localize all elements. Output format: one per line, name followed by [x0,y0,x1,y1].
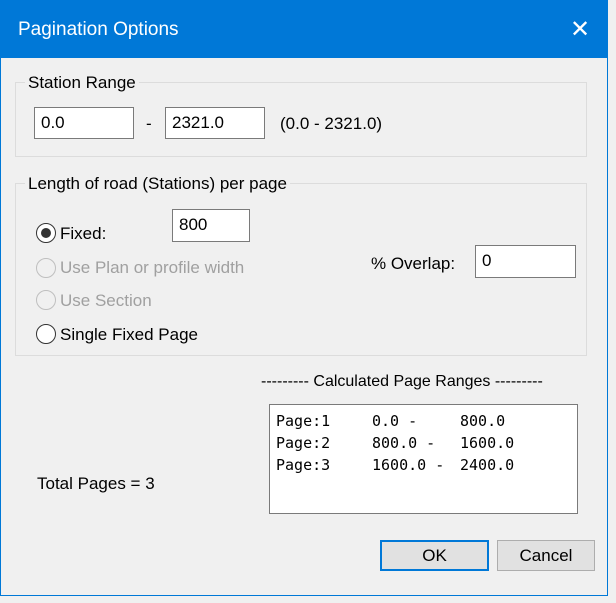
range-row: Page:3 1600.0 - 2400.0 [276,454,571,476]
fixed-radio-label[interactable]: Fixed: [60,224,106,244]
range-page: Page:1 [276,412,331,430]
range-end: 2400.0 [460,456,515,474]
use-section-radio[interactable] [36,290,56,310]
range-page: Page:3 [276,456,331,474]
cancel-button[interactable]: Cancel [497,540,595,571]
plan-profile-width-label: Use Plan or profile width [60,258,245,277]
range-page: Page:2 [276,434,331,452]
single-fixed-page-radio[interactable] [36,324,56,344]
plan-profile-width-radio[interactable] [36,258,56,278]
use-section-label: Use Section [60,291,152,310]
range-start: 1600.0 - [372,456,445,474]
calculated-ranges-header: --------- Calculated Page Ranges -------… [261,373,543,390]
range-row: Page:1 0.0 - 800.0 [276,410,571,432]
overlap-label: % Overlap: [371,254,456,273]
total-pages-label: Total Pages = 3 [37,474,155,493]
station-range-hint: (0.0 - 2321.0) [280,114,383,133]
single-fixed-page-label[interactable]: Single Fixed Page [60,325,198,345]
range-row: Page:2 800.0 - 1600.0 [276,432,571,454]
ok-button[interactable]: OK [380,540,489,571]
fixed-radio-dot [41,228,51,238]
station-from-input[interactable]: 0.0 [34,107,134,139]
close-icon[interactable]: ✕ [563,13,597,47]
range-start: 0.0 - [372,412,418,430]
dialog-title: Pagination Options [18,19,179,40]
station-to-input[interactable]: 2321.0 [165,107,265,139]
calculated-ranges-list[interactable]: Page:1 0.0 - 800.0 Page:2 800.0 - 1600.0 Pag… [269,404,578,514]
range-start: 800.0 - [372,434,436,452]
range-end: 1600.0 [460,434,515,452]
title-bar: Pagination Options ✕ [1,1,607,58]
length-per-page-legend: Length of road (Stations) per page [25,174,290,194]
overlap-input[interactable]: 0 [475,245,576,278]
fixed-radio[interactable] [36,223,56,243]
station-range-legend: Station Range [25,73,139,93]
fixed-length-input[interactable]: 800 [172,209,250,242]
pagination-options-dialog: Pagination Options ✕ Station Range 0.0 -… [0,0,608,596]
range-end: 800.0 [460,412,506,430]
station-range-dash: - [146,114,152,133]
